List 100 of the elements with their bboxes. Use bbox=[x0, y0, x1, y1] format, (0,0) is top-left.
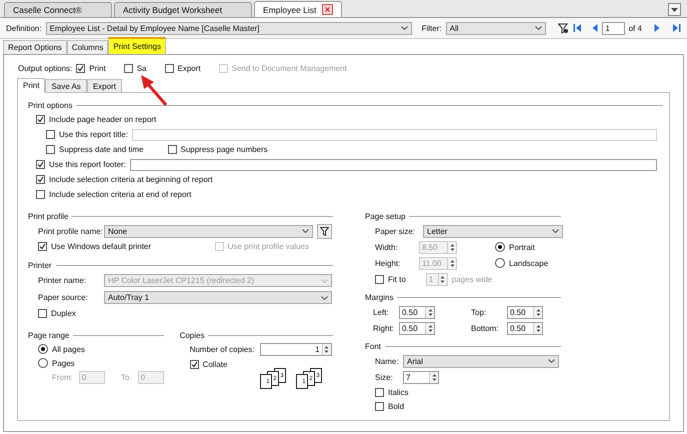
spinner-icon[interactable] bbox=[425, 306, 434, 318]
checkbox-label: Fit to bbox=[388, 274, 406, 284]
caret-icon bbox=[552, 229, 559, 233]
spinner-icon[interactable] bbox=[533, 322, 542, 334]
field-label: Number of copies: bbox=[190, 345, 256, 354]
spin-field[interactable]: 1 bbox=[260, 343, 332, 356]
checkbox[interactable] bbox=[190, 360, 199, 369]
field-label: Size: bbox=[375, 372, 394, 382]
checkbox[interactable] bbox=[38, 309, 47, 318]
checkbox[interactable] bbox=[375, 388, 384, 396]
field-label: Height: bbox=[375, 258, 402, 268]
settings-tab[interactable]: Print bbox=[17, 78, 46, 93]
group-title: Page range bbox=[28, 331, 70, 340]
field-label: Width: bbox=[375, 242, 399, 252]
radio-button[interactable] bbox=[495, 258, 505, 268]
field-label: To: bbox=[120, 373, 132, 382]
spin-field[interactable]: 7 bbox=[403, 370, 439, 384]
checkbox[interactable] bbox=[375, 402, 384, 410]
profile-dropdown[interactable]: None bbox=[104, 224, 313, 238]
checkbox[interactable] bbox=[46, 145, 55, 154]
paper-size-dropdown[interactable]: Letter bbox=[423, 224, 563, 238]
checkbox[interactable] bbox=[36, 190, 45, 199]
spinner-icon[interactable] bbox=[322, 344, 331, 355]
checkbox[interactable] bbox=[164, 64, 174, 72]
page-count: of 4 bbox=[628, 24, 642, 32]
spinner-icon[interactable] bbox=[447, 258, 456, 268]
document-tab[interactable]: Activity Budget Worksheet bbox=[114, 2, 252, 17]
checkbox[interactable] bbox=[36, 175, 45, 184]
next-page-icon[interactable] bbox=[654, 23, 660, 33]
spinner-icon[interactable] bbox=[438, 274, 447, 284]
caret-icon bbox=[321, 296, 328, 300]
document-tab[interactable]: Caselle Connect® bbox=[4, 2, 112, 17]
checkbox[interactable] bbox=[375, 274, 384, 284]
radio-button[interactable] bbox=[495, 242, 505, 252]
caret-icon bbox=[302, 229, 309, 233]
checkbox[interactable] bbox=[76, 64, 86, 72]
checkbox-label: Use this report footer: bbox=[49, 160, 126, 169]
section-tab[interactable]: Columns bbox=[66, 40, 108, 54]
filter-dropdown[interactable]: All bbox=[446, 22, 546, 34]
paper-source-dropdown[interactable]: Auto/Tray 1 bbox=[104, 291, 332, 304]
filter-label: Filter: bbox=[422, 24, 442, 32]
group-title: Page setup bbox=[365, 212, 406, 221]
spin-field[interactable]: 0.50 bbox=[507, 322, 543, 334]
spin-field[interactable]: 0.50 bbox=[399, 306, 435, 318]
filter-icon[interactable] bbox=[558, 22, 569, 34]
checkbox-label: Send to Document Management bbox=[232, 64, 347, 72]
checkbox-label: Collate bbox=[202, 360, 228, 369]
section-tab[interactable]: Print Settings bbox=[108, 37, 166, 54]
field-label: Paper source: bbox=[38, 293, 89, 302]
radio-label: Landscape bbox=[509, 258, 548, 268]
radio-label: Portrait bbox=[509, 242, 535, 252]
text-field[interactable] bbox=[132, 128, 657, 140]
checkbox[interactable] bbox=[124, 64, 133, 72]
field-label: Paper size: bbox=[375, 226, 416, 236]
checkbox-label: Include selection criteria at beginning of report bbox=[49, 175, 213, 184]
group-title: Font bbox=[365, 342, 382, 351]
checkbox[interactable] bbox=[36, 160, 45, 169]
group-title: Print options bbox=[28, 101, 72, 110]
pages-wide-label: pages wide bbox=[452, 274, 492, 284]
group-title: Printer bbox=[28, 261, 52, 270]
caret-icon bbox=[548, 359, 555, 363]
spinner-icon[interactable] bbox=[429, 372, 438, 382]
checkbox-label: Use this report title: bbox=[59, 130, 128, 139]
first-page-icon[interactable] bbox=[572, 23, 582, 33]
font-dropdown[interactable]: Arial bbox=[403, 354, 559, 368]
checkbox-label: Italics bbox=[388, 388, 408, 396]
document-tab[interactable]: Employee List bbox=[254, 1, 342, 17]
settings-tab[interactable]: Export bbox=[86, 79, 122, 92]
radio-button[interactable] bbox=[38, 344, 48, 354]
filter-icon[interactable] bbox=[317, 224, 332, 238]
checkbox[interactable] bbox=[168, 145, 176, 154]
checkbox-label: Export bbox=[178, 64, 201, 72]
close-icon[interactable] bbox=[322, 4, 334, 15]
last-page-icon[interactable] bbox=[672, 23, 681, 33]
checkbox[interactable] bbox=[46, 130, 55, 139]
spin-field[interactable]: 0.50 bbox=[507, 306, 543, 318]
previous-page-icon[interactable] bbox=[592, 23, 598, 33]
checkbox[interactable] bbox=[38, 242, 47, 251]
radio-label: All pages bbox=[52, 344, 85, 354]
field-label: Bottom: bbox=[471, 324, 500, 332]
page-field[interactable]: 1 bbox=[602, 22, 625, 34]
spinner-icon[interactable] bbox=[447, 242, 456, 252]
text-field[interactable] bbox=[130, 158, 657, 170]
section-tab[interactable]: Report Options bbox=[3, 40, 67, 54]
definition-dropdown[interactable]: Employee List - Detail by Employee Name [Caselle Master] bbox=[46, 22, 412, 34]
checkbox[interactable] bbox=[36, 115, 45, 124]
field-label: Left: bbox=[373, 308, 390, 316]
caret-icon bbox=[534, 26, 542, 30]
spinner-icon[interactable] bbox=[533, 306, 542, 318]
radio-button[interactable] bbox=[38, 358, 48, 368]
menu-icon[interactable] bbox=[668, 3, 681, 16]
field-label: Top: bbox=[471, 308, 488, 316]
caret-icon bbox=[321, 278, 328, 282]
spin-field[interactable]: 0.50 bbox=[399, 322, 435, 334]
spinner-icon[interactable] bbox=[425, 322, 434, 334]
caret-icon bbox=[400, 26, 408, 30]
field-label: Right: bbox=[373, 324, 395, 332]
field-label: Name: bbox=[375, 356, 400, 366]
settings-tab[interactable]: Save As bbox=[45, 79, 87, 92]
field-label: Print profile name: bbox=[38, 226, 100, 236]
